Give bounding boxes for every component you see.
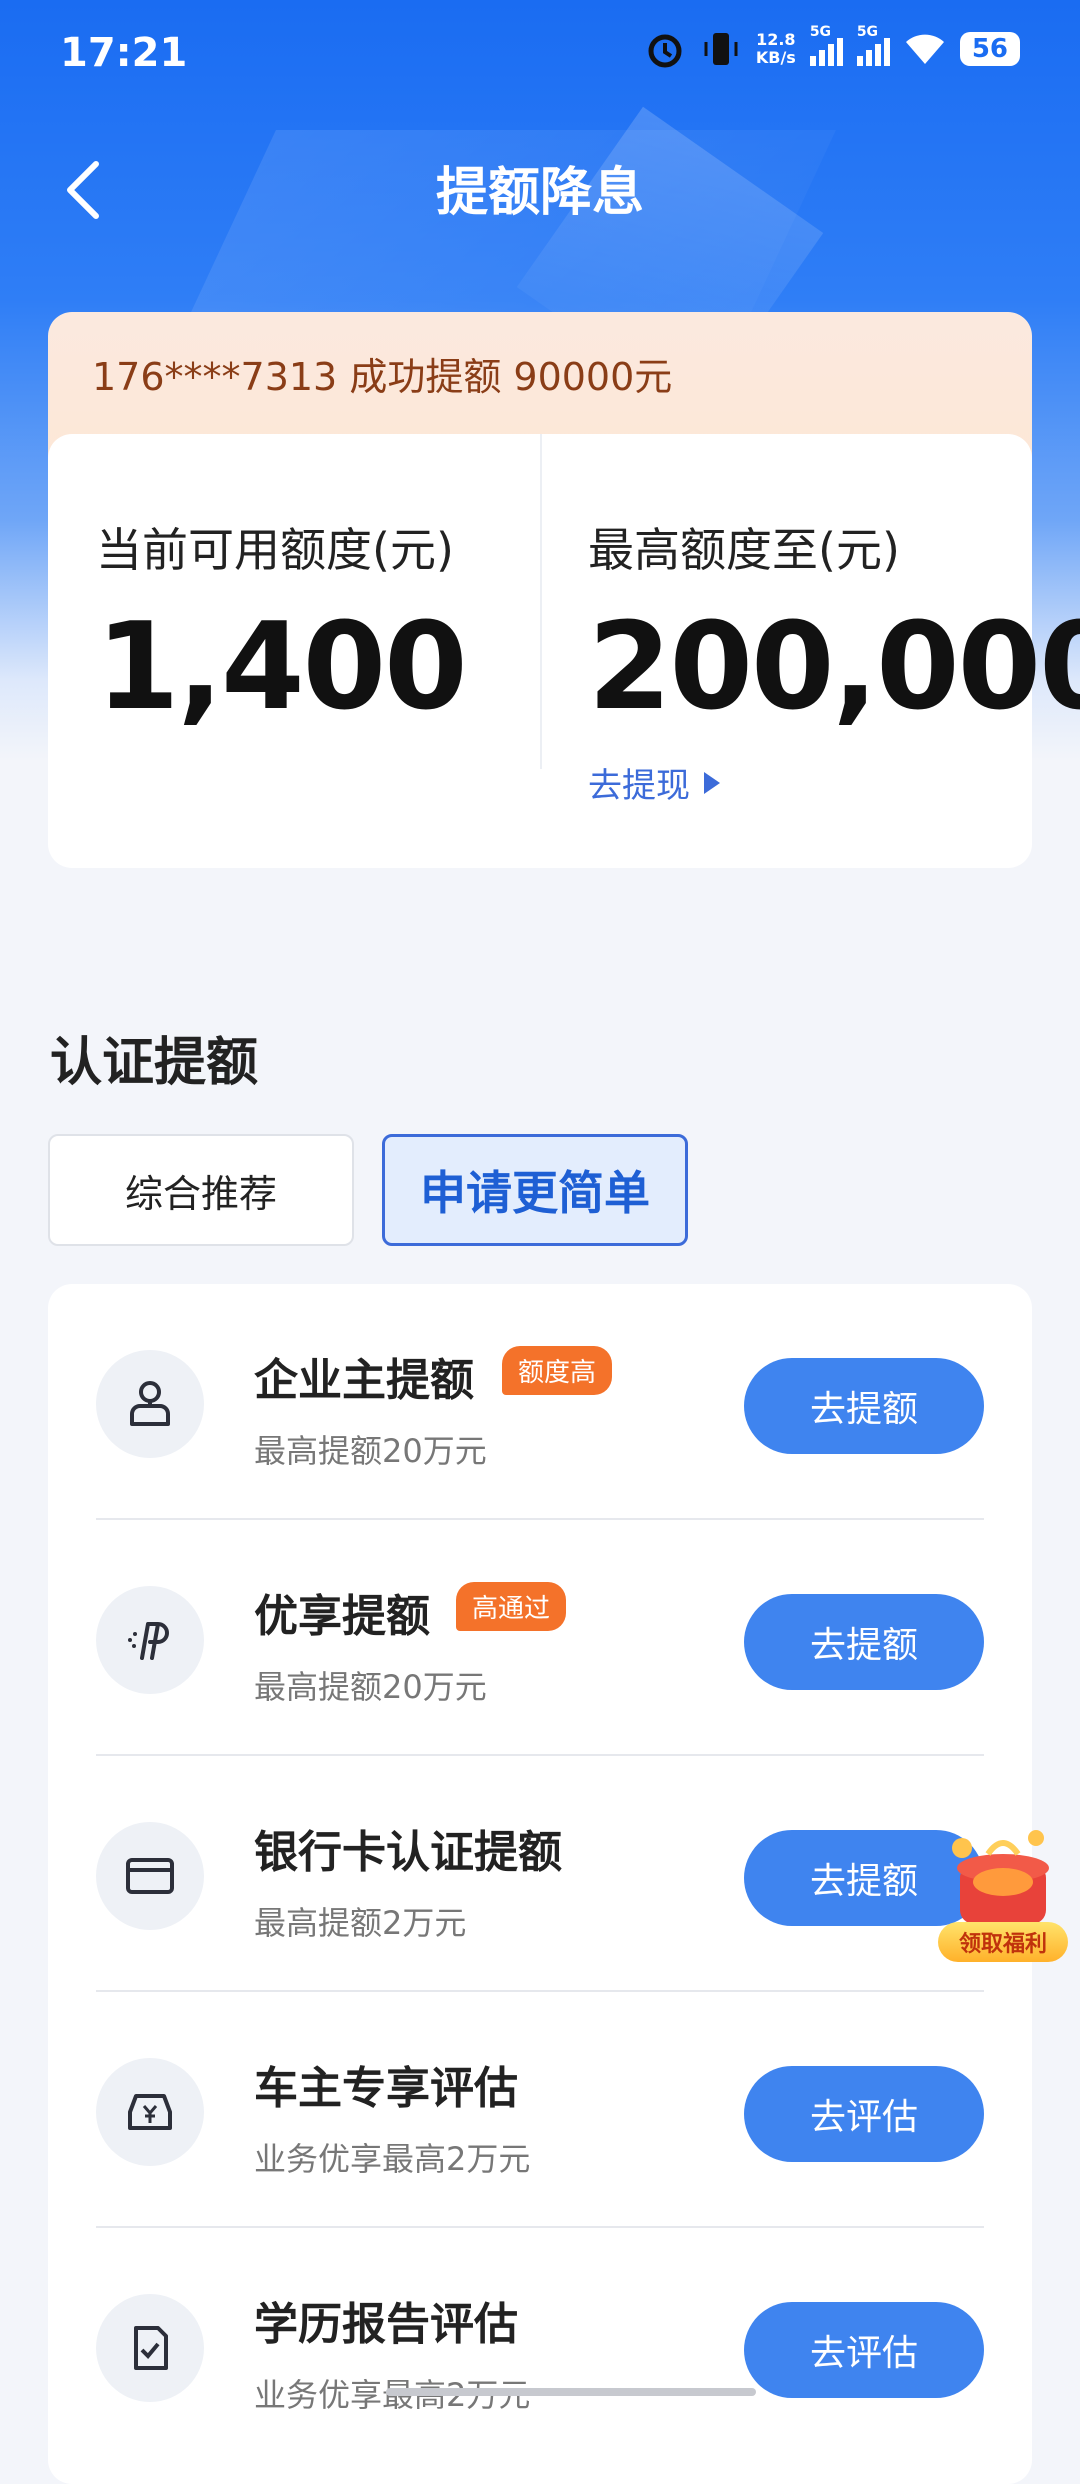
withdraw-link[interactable]: 去提现 xyxy=(588,758,720,807)
boost-list: 企业主提额 额度高 最高提额20万元 去提额 优享提额 高通过 最高提额20万元… xyxy=(48,1284,1032,2484)
status-badge: 高通过 xyxy=(456,1582,567,1631)
p-sparkle-icon xyxy=(96,1586,204,1694)
item-subtitle: 业务优享最高2万元 xyxy=(254,2140,531,2178)
item-title: 银行卡认证提额 xyxy=(254,1827,562,1878)
current-limit: 当前可用额度(元) 1,400 xyxy=(96,514,468,737)
max-limit: 最高额度至(元) 200,000 xyxy=(588,514,1080,737)
section-title: 认证提额 xyxy=(50,1033,259,1093)
page-title: 提额降息 xyxy=(435,163,644,223)
signal-icon: 5G xyxy=(856,24,890,66)
status-bar: 17:21 12.8 KB/s 5G 5G 56 xyxy=(0,0,1080,110)
item-title: 优享提额 xyxy=(254,1591,430,1642)
tab-simple-apply[interactable]: 申请更简单 xyxy=(382,1134,688,1246)
item-title: 学历报告评估 xyxy=(254,2299,518,2350)
evaluate-button[interactable]: 去评估 xyxy=(744,2066,984,2162)
home-indicator[interactable] xyxy=(386,2388,756,2396)
float-label: 领取福利 xyxy=(938,1922,1068,1962)
item-subtitle: 最高提额2万元 xyxy=(254,1904,467,1942)
bank-card-icon xyxy=(96,1822,204,1930)
max-limit-value: 200,000 xyxy=(588,598,1080,737)
education-report-icon xyxy=(96,2294,204,2402)
boost-button[interactable]: 去提额 xyxy=(744,1358,984,1454)
status-time: 17:21 xyxy=(60,30,188,76)
status-badge: 额度高 xyxy=(502,1346,613,1395)
list-item[interactable]: 优享提额 高通过 最高提额20万元 去提额 xyxy=(48,1520,1032,1756)
list-item[interactable]: 银行卡认证提额 最高提额2万元 去提额 xyxy=(48,1756,1032,1992)
network-speed: 12.8 KB/s xyxy=(755,30,796,67)
wifi-icon xyxy=(904,28,946,70)
evaluate-button[interactable]: 去评估 xyxy=(744,2302,984,2398)
list-item[interactable]: 车主专享评估 业务优享最高2万元 去评估 xyxy=(48,1992,1032,2228)
vibrate-icon xyxy=(700,28,742,70)
battery-indicator: 56 xyxy=(959,32,1020,66)
limit-card: 当前可用额度(元) 1,400 最高额度至(元) 200,000 去提现 xyxy=(48,434,1080,868)
tab-recommended[interactable]: 综合推荐 xyxy=(48,1134,354,1246)
current-limit-value: 1,400 xyxy=(96,598,468,737)
car-yen-icon xyxy=(96,2058,204,2166)
max-limit-label: 最高额度至(元) xyxy=(588,523,900,577)
boost-button[interactable]: 去提额 xyxy=(744,1594,984,1690)
play-arrow-icon xyxy=(704,771,720,794)
list-item[interactable]: 企业主提额 额度高 最高提额20万元 去提额 xyxy=(48,1284,1032,1520)
signal-icon: 5G xyxy=(809,24,843,66)
item-subtitle: 最高提额20万元 xyxy=(254,1668,487,1706)
item-title: 车主专享评估 xyxy=(254,2063,518,2114)
item-subtitle: 最高提额20万元 xyxy=(254,1432,487,1470)
list-item[interactable]: 学历报告评估 业务优享最高2万元 去评估 xyxy=(48,2228,1032,2464)
item-title: 企业主提额 xyxy=(254,1355,474,1406)
gift-box-icon xyxy=(952,1830,1049,1924)
welfare-float-button[interactable]: 领取福利 xyxy=(936,1824,1070,1974)
current-limit-label: 当前可用额度(元) xyxy=(96,523,454,577)
alarm-icon xyxy=(644,28,686,70)
person-badge-icon xyxy=(96,1350,204,1458)
divider xyxy=(540,434,542,769)
ticker-text: 176****7313 成功提额 90000元 xyxy=(92,355,673,399)
